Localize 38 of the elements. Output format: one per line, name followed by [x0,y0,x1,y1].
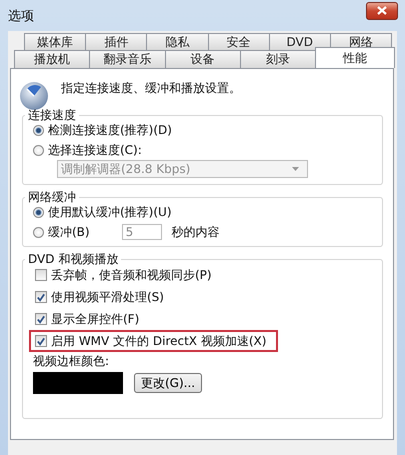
option-label[interactable]: 使用视频平滑处理(S) [51,288,164,306]
tab[interactable]: 媒体库 [24,33,86,50]
option-label[interactable]: 使用默认缓冲(推荐)(U) [48,204,172,220]
group-title: DVD 和视频播放 [25,252,122,266]
gauge-icon [19,79,49,111]
close-icon [377,6,387,15]
checkbox[interactable] [35,291,47,303]
option-label[interactable]: 丢弃帧，使音频和视频同步(P) [51,266,212,284]
option-label[interactable]: 显示全屏控件(F) [51,310,140,328]
checkbox[interactable] [35,313,47,325]
option-label[interactable]: 启用 WMV 文件的 DirectX 视频加速(X) [51,332,266,350]
radio-button[interactable] [33,226,44,238]
description-text: 指定连接速度、缓冲和播放设置。 [61,80,241,97]
tab[interactable]: 插件 [85,33,148,50]
radio-button[interactable] [33,206,44,218]
option-label[interactable]: 检测连接速度(推荐)(D) [48,122,172,138]
radio-button[interactable] [33,124,44,136]
checkbox[interactable] [35,335,47,347]
checkbox[interactable] [35,269,47,281]
tab[interactable]: 隐私 [146,33,209,50]
option-label[interactable]: 选择连接速度(C): [48,142,142,158]
tab[interactable]: 设备 [164,50,241,68]
radio-button[interactable] [33,144,44,156]
tab[interactable]: 安全 [208,33,270,50]
group-title: 连接速度 [25,108,79,122]
tab[interactable]: DVD [268,33,331,50]
window-title: 选项 [8,8,34,24]
tab[interactable]: 播放机 [14,50,90,68]
unit-label: 秒的内容 [172,224,220,240]
field-label: 视频边框颜色: [33,353,110,370]
change-button[interactable]: 更改(G)... [134,373,202,393]
tab[interactable]: 翻录音乐 [89,50,166,68]
caret-icon [292,167,299,171]
close-button[interactable] [366,2,398,20]
tab[interactable]: 刻录 [240,50,316,68]
group-title: 网络缓冲 [25,190,79,204]
tab[interactable]: 性能 [315,47,395,68]
option-label[interactable]: 缓冲(B) [48,224,90,240]
